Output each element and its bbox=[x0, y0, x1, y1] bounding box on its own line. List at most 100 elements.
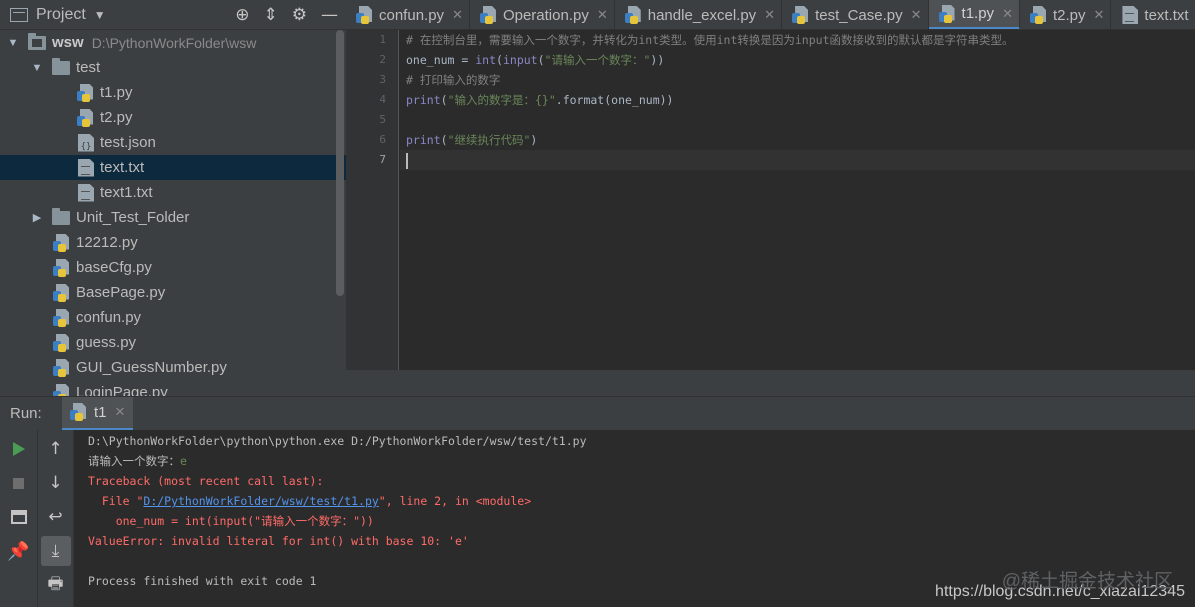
close-icon[interactable]: ✕ bbox=[115, 404, 126, 420]
python-file-icon bbox=[53, 233, 71, 252]
tree-item[interactable]: t1.py bbox=[0, 80, 346, 105]
traceback-file-link[interactable]: D:/PythonWorkFolder/wsw/test/t1.py bbox=[143, 494, 378, 508]
stop-button[interactable] bbox=[4, 468, 34, 498]
tree-item[interactable]: ▶ Unit_Test_Folder bbox=[0, 205, 346, 230]
tree-item-label: t1.py bbox=[100, 84, 133, 101]
json-file-icon: {} bbox=[78, 133, 94, 152]
editor-tab[interactable]: Operation.py ✕ bbox=[470, 0, 615, 29]
folder-icon bbox=[28, 32, 46, 50]
collapse-all-icon[interactable]: ⇕ bbox=[264, 5, 278, 25]
code-token: one_num = bbox=[406, 53, 476, 67]
minimize-icon[interactable]: — bbox=[321, 5, 338, 25]
print-button[interactable]: 🖶 bbox=[41, 570, 71, 600]
tree-item-label: 12212.py bbox=[76, 234, 138, 251]
python-file-icon bbox=[624, 6, 643, 24]
folder-icon bbox=[52, 207, 70, 225]
code-token: # 打印输入的数字 bbox=[406, 73, 501, 87]
code-line[interactable]: print("继续执行代码") bbox=[400, 130, 1195, 150]
editor-tab-label: t2.py bbox=[1052, 6, 1086, 24]
python-file-icon bbox=[938, 4, 957, 23]
chevron-down-icon[interactable]: ▼ bbox=[30, 62, 44, 74]
tree-scrollbar[interactable] bbox=[336, 30, 344, 296]
python-file-icon bbox=[77, 83, 95, 102]
close-icon[interactable]: ✕ bbox=[597, 7, 608, 23]
chevron-down-icon[interactable]: ▼ bbox=[6, 37, 20, 49]
editor-tab[interactable]: t2.py ✕ bbox=[1020, 0, 1112, 29]
restore-layout-button[interactable] bbox=[4, 502, 34, 532]
editor-tab-bar: confun.py ✕ Operation.py ✕ handle_excel.py ✕ t… bbox=[346, 0, 1195, 30]
editor-tab[interactable]: confun.py ✕ bbox=[346, 0, 470, 29]
code-line[interactable]: one_num = int(input("请输入一个数字：")) bbox=[400, 50, 1195, 70]
code-token: )) bbox=[650, 53, 665, 67]
code-line[interactable] bbox=[400, 110, 1195, 130]
tree-item-label: text1.txt bbox=[100, 184, 153, 201]
run-tab-t1[interactable]: t1 ✕ bbox=[62, 396, 134, 431]
tree-item-label: confun.py bbox=[76, 309, 142, 326]
run-toolbar-left: 📌 bbox=[0, 430, 38, 607]
code-editor[interactable]: 1 2 3 4 5 6 7 # 在控制台里，需要输入一个数字，并转化为int类型。使用int… bbox=[346, 30, 1195, 370]
stop-icon bbox=[13, 477, 24, 489]
tree-item-label: text.txt bbox=[100, 159, 145, 176]
pin-tab-button[interactable]: 📌 bbox=[4, 536, 34, 566]
rerun-button[interactable] bbox=[4, 434, 34, 464]
code-token: ( bbox=[440, 93, 448, 107]
scroll-up-button[interactable]: ↑ bbox=[41, 434, 71, 464]
tree-item[interactable]: ▼ test bbox=[0, 55, 346, 80]
chevron-right-icon[interactable]: ▶ bbox=[30, 211, 44, 224]
line-number: 4 bbox=[379, 93, 386, 106]
editor-tab[interactable]: handle_excel.py ✕ bbox=[615, 0, 783, 29]
tree-item-label: wsw bbox=[52, 34, 84, 51]
close-icon[interactable]: ✕ bbox=[452, 7, 463, 23]
console-user-input: e bbox=[180, 454, 187, 468]
tree-item-label: test.json bbox=[100, 134, 156, 151]
locate-file-icon[interactable]: ⊕ bbox=[235, 5, 249, 25]
soft-wrap-button[interactable]: ↩ bbox=[41, 502, 71, 532]
traceback-code-line: one_num = int(input("请输入一个数字：")) bbox=[88, 514, 374, 528]
line-number: 3 bbox=[379, 73, 386, 86]
editor-tab[interactable]: t1.py ✕ bbox=[928, 0, 1020, 29]
editor-tab[interactable]: test_Case.py ✕ bbox=[782, 0, 929, 29]
gear-icon[interactable]: ⚙ bbox=[292, 5, 307, 25]
tree-item-label: BasePage.py bbox=[76, 284, 166, 301]
tree-item[interactable]: GUI_GuessNumber.py bbox=[0, 355, 346, 380]
tree-item[interactable]: BasePage.py bbox=[0, 280, 346, 305]
code-line[interactable]: # 在控制台里，需要输入一个数字，并转化为int类型。使用int转换是因为inp… bbox=[400, 30, 1195, 50]
code-area[interactable]: # 在控制台里，需要输入一个数字，并转化为int类型。使用int转换是因为inp… bbox=[400, 30, 1195, 370]
tree-item-label: GUI_GuessNumber.py bbox=[76, 359, 227, 376]
tree-item-path: D:\PythonWorkFolder\wsw bbox=[91, 34, 257, 51]
traceback-file-line: File "D:/PythonWorkFolder/wsw/test/t1.py… bbox=[88, 491, 1195, 511]
tree-item[interactable]: LoginPage.py bbox=[0, 380, 346, 396]
scroll-down-button[interactable]: ↓ bbox=[41, 468, 71, 498]
code-line[interactable]: # 打印输入的数字 bbox=[400, 70, 1195, 90]
code-line[interactable]: print("输入的数字是：{}".format(one_num)) bbox=[400, 90, 1195, 110]
scroll-to-end-button[interactable]: ⤓ bbox=[40, 536, 71, 566]
close-icon[interactable]: ✕ bbox=[1094, 7, 1105, 23]
project-toolbar: ⊕ ⇕ ⚙ — bbox=[235, 0, 338, 30]
tree-item[interactable]: t2.py bbox=[0, 105, 346, 130]
tree-item[interactable]: text1.txt bbox=[0, 180, 346, 205]
project-title: Project bbox=[36, 5, 86, 23]
close-icon[interactable]: ✕ bbox=[764, 7, 775, 23]
python-file-icon bbox=[479, 6, 498, 24]
editor-tab-label: confun.py bbox=[379, 6, 445, 24]
close-icon[interactable]: ✕ bbox=[911, 7, 922, 23]
tree-item[interactable]: confun.py bbox=[0, 305, 346, 330]
editor-tab[interactable]: text.txt✕ bbox=[1111, 0, 1195, 29]
folder-icon bbox=[52, 57, 70, 75]
tree-item[interactable]: ▼ wsw D:\PythonWorkFolder\wsw bbox=[0, 30, 346, 55]
editor-tab-label: text.txt bbox=[1144, 6, 1189, 24]
tree-item[interactable]: {} test.json bbox=[0, 130, 346, 155]
code-line[interactable] bbox=[400, 150, 1195, 170]
tree-item[interactable]: text.txt bbox=[0, 155, 346, 180]
tree-item[interactable]: 12212.py bbox=[0, 230, 346, 255]
editor-tab-label: test_Case.py bbox=[815, 6, 903, 24]
editor-bottom-area bbox=[346, 370, 1195, 396]
python-file-icon bbox=[53, 283, 71, 302]
code-token: "输入的数字是：{}" bbox=[447, 93, 556, 107]
close-icon[interactable]: ✕ bbox=[1002, 6, 1013, 22]
chevron-down-icon: ▼ bbox=[93, 7, 106, 22]
tree-item[interactable]: guess.py bbox=[0, 330, 346, 355]
tree-item[interactable]: baseCfg.py bbox=[0, 255, 346, 280]
layout-icon bbox=[10, 510, 27, 524]
project-view-selector[interactable]: Project ▼ bbox=[0, 6, 106, 24]
